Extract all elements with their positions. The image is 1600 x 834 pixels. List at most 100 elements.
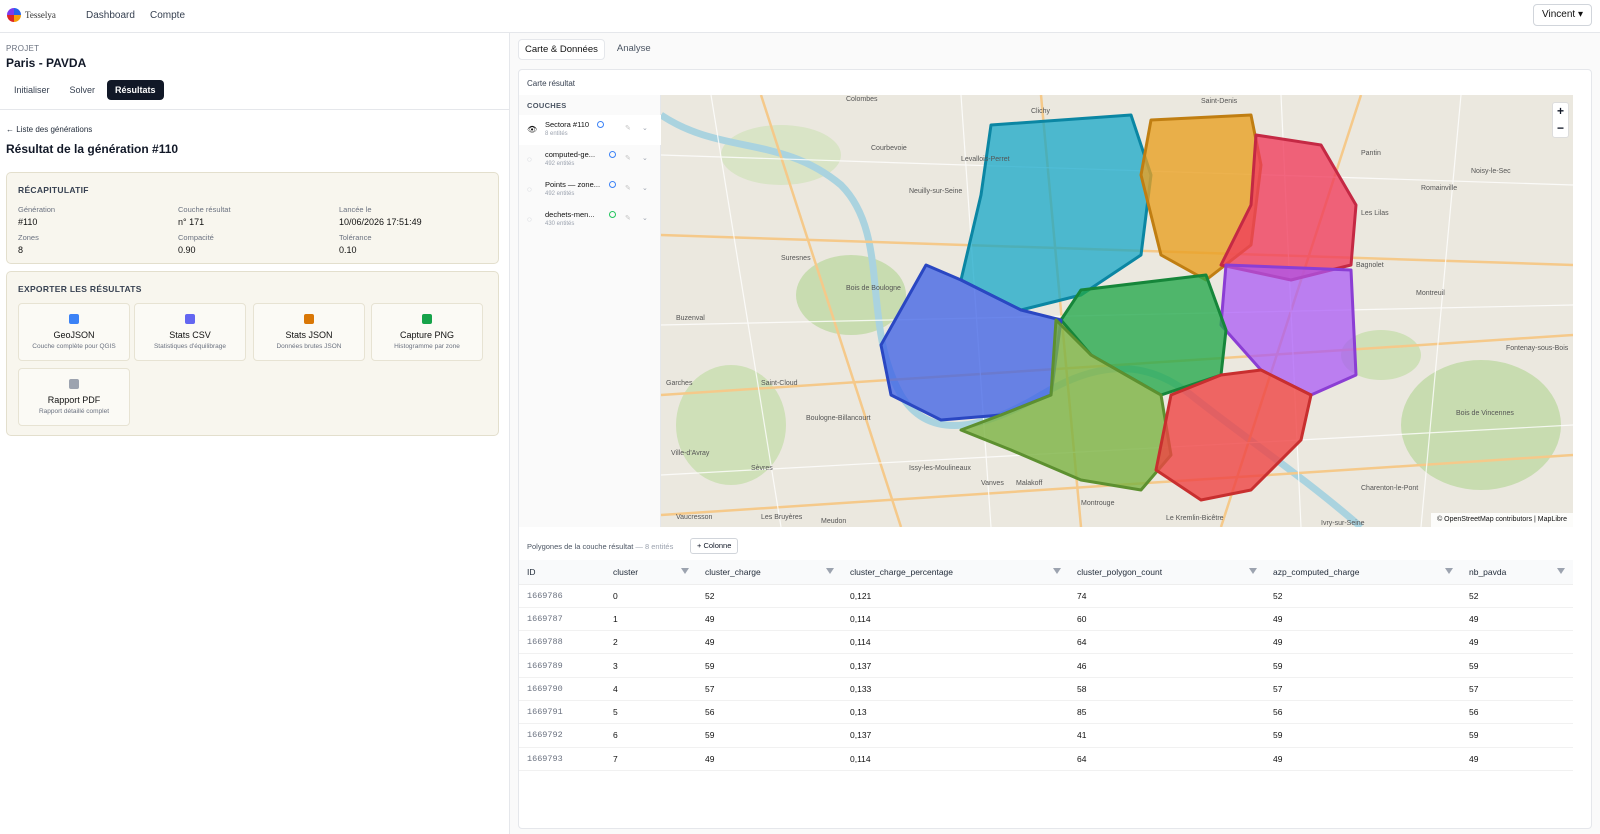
chevron-down-icon[interactable]: ⌄ bbox=[642, 184, 648, 192]
layer-color-icon bbox=[609, 211, 616, 218]
export-stats-json-button[interactable]: Stats JSON Données brutes JSON bbox=[253, 303, 365, 361]
divider bbox=[0, 109, 510, 110]
edit-icon[interactable]: ✎ bbox=[625, 214, 631, 222]
nav-dashboard[interactable]: Dashboard bbox=[86, 10, 135, 21]
place-label: Malakoff bbox=[1016, 480, 1042, 487]
filter-icon[interactable] bbox=[826, 568, 834, 574]
place-label: Montrouge bbox=[1081, 500, 1115, 507]
eye-off-icon[interactable]: ◌ bbox=[527, 215, 532, 224]
user-menu-button[interactable]: Vincent ▾ bbox=[1533, 4, 1592, 26]
table-cell: 7 bbox=[605, 747, 697, 771]
tab-solver[interactable]: Solver bbox=[62, 80, 104, 100]
table-cell: 0,137 bbox=[842, 723, 1069, 748]
table-row[interactable]: 1669790 4 57 0,133 58 57 57 bbox=[519, 677, 1573, 701]
table-cell: 59 bbox=[697, 723, 842, 748]
eye-icon[interactable]: 👁 bbox=[527, 125, 537, 134]
export-capture-png-button[interactable]: Capture PNG Histogramme par zone bbox=[371, 303, 483, 361]
filter-icon[interactable] bbox=[1445, 568, 1453, 574]
nav-compte[interactable]: Compte bbox=[150, 10, 185, 21]
eye-off-icon[interactable]: ◌ bbox=[527, 155, 532, 164]
place-label: Pantin bbox=[1361, 150, 1381, 157]
zoom-out-button[interactable]: − bbox=[1553, 120, 1568, 137]
app-logo[interactable]: Tesselya bbox=[7, 8, 56, 22]
column-header[interactable]: ID bbox=[519, 560, 605, 585]
table-cell: 58 bbox=[1069, 677, 1265, 701]
place-label: Clichy bbox=[1031, 108, 1051, 115]
add-column-button[interactable]: + Colonne bbox=[690, 538, 739, 554]
chevron-down-icon[interactable]: ⌄ bbox=[642, 124, 648, 132]
table-cell: 59 bbox=[1265, 653, 1461, 678]
table-cell: 46 bbox=[1069, 653, 1265, 678]
table-row[interactable]: 1669793 7 49 0,114 64 49 49 bbox=[519, 747, 1573, 771]
table-row[interactable]: 1669788 2 49 0,114 64 49 49 bbox=[519, 630, 1573, 655]
filter-icon[interactable] bbox=[1053, 568, 1061, 574]
recap-couche: Couche résultat n° 171 bbox=[178, 205, 231, 227]
table-cell: 4 bbox=[605, 677, 697, 701]
map-attribution[interactable]: © OpenStreetMap contributors | MapLibre bbox=[1431, 513, 1573, 527]
table-cell: 0 bbox=[605, 584, 697, 608]
right-panel: Carte & Données Analyse Carte résultat C… bbox=[510, 33, 1600, 834]
table-row[interactable]: 1669787 1 49 0,114 60 49 49 bbox=[519, 607, 1573, 632]
filter-icon[interactable] bbox=[1557, 568, 1565, 574]
export-stats-csv-button[interactable]: Stats CSV Statistiques d'équilibrage bbox=[134, 303, 246, 361]
filter-icon[interactable] bbox=[681, 568, 689, 574]
edit-icon[interactable]: ✎ bbox=[625, 154, 631, 162]
edit-icon[interactable]: ✎ bbox=[625, 184, 631, 192]
layer-item[interactable]: 👁 Sectora #110 8 entités ✎ ⌄ bbox=[519, 115, 661, 145]
place-label: Boulogne-Billancourt bbox=[806, 415, 871, 422]
column-header[interactable]: cluster_charge bbox=[697, 560, 842, 585]
back-to-generations-link[interactable]: ← Liste des générations bbox=[6, 125, 92, 134]
layer-color-icon bbox=[609, 151, 616, 158]
place-label: Bagnolet bbox=[1356, 262, 1384, 269]
layer-color-icon bbox=[609, 181, 616, 188]
place-label: Colombes bbox=[846, 96, 878, 103]
zoom-in-button[interactable]: + bbox=[1553, 103, 1568, 120]
column-header[interactable]: cluster_charge_percentage bbox=[842, 560, 1069, 585]
edit-icon[interactable]: ✎ bbox=[625, 124, 631, 132]
table-cell: 1669791 bbox=[519, 700, 605, 725]
zoom-controls: + − bbox=[1552, 102, 1569, 138]
chevron-down-icon[interactable]: ⌄ bbox=[642, 154, 648, 162]
tab-analyse[interactable]: Analyse bbox=[611, 39, 657, 60]
place-label: Saint-Cloud bbox=[761, 380, 798, 387]
tab-initialiser[interactable]: Initialiser bbox=[6, 80, 58, 100]
layer-item[interactable]: ◌ Points — zone... 492 entités ✎ ⌄ bbox=[519, 175, 661, 205]
table-cell: 1669789 bbox=[519, 653, 605, 678]
eye-off-icon[interactable]: ◌ bbox=[527, 185, 532, 194]
table-cell: 64 bbox=[1069, 630, 1265, 655]
filter-icon[interactable] bbox=[1249, 568, 1257, 574]
layer-item[interactable]: ◌ computed-ge... 492 entités ✎ ⌄ bbox=[519, 145, 661, 175]
place-label: Le Kremlin-Bicêtre bbox=[1166, 515, 1224, 522]
column-header[interactable]: azp_computed_charge bbox=[1265, 560, 1461, 585]
column-header[interactable]: cluster bbox=[605, 560, 697, 585]
table-row[interactable]: 1669792 6 59 0,137 41 59 59 bbox=[519, 723, 1573, 748]
export-card: EXPORTER LES RÉSULTATS GeoJSON Couche com… bbox=[6, 271, 499, 436]
place-label: Charenton-le-Pont bbox=[1361, 485, 1418, 492]
table-cell: 56 bbox=[1265, 700, 1461, 725]
layer-item[interactable]: ◌ dechets-men... 430 entités ✎ ⌄ bbox=[519, 205, 661, 235]
tab-carte-donnees[interactable]: Carte & Données bbox=[518, 39, 605, 60]
place-label: Buzenval bbox=[676, 315, 705, 322]
top-bar: Tesselya Dashboard Compte Vincent ▾ bbox=[0, 0, 1600, 33]
map-canvas[interactable]: Colombes Courbevoie Levallois-Perret Neu… bbox=[661, 95, 1573, 527]
layer-color-icon bbox=[597, 121, 604, 128]
table-cell: 1 bbox=[605, 607, 697, 632]
table-row[interactable]: 1669791 5 56 0,13 85 56 56 bbox=[519, 700, 1573, 725]
table-cell: 49 bbox=[697, 747, 842, 771]
table-cell: 57 bbox=[697, 677, 842, 701]
table-cell: 1669788 bbox=[519, 630, 605, 655]
tab-resultats[interactable]: Résultats bbox=[107, 80, 164, 100]
map-svg: Colombes Courbevoie Levallois-Perret Neu… bbox=[661, 95, 1573, 527]
place-label: Ville-d'Avray bbox=[671, 450, 710, 457]
table-cell: 85 bbox=[1069, 700, 1265, 725]
table-cell: 57 bbox=[1461, 677, 1573, 701]
column-header[interactable]: cluster_polygon_count bbox=[1069, 560, 1265, 585]
export-geojson-button[interactable]: GeoJSON Couche complète pour QGIS bbox=[18, 303, 130, 361]
export-rapport-pdf-button[interactable]: Rapport PDF Rapport détaillé complet bbox=[18, 368, 130, 426]
table-row[interactable]: 1669789 3 59 0,137 46 59 59 bbox=[519, 653, 1573, 678]
table-row[interactable]: 1669786 0 52 0,121 74 52 52 bbox=[519, 584, 1573, 608]
column-header[interactable]: nb_pavda bbox=[1461, 560, 1573, 585]
place-label: Sèvres bbox=[751, 465, 773, 472]
table-cell: 0,114 bbox=[842, 630, 1069, 655]
chevron-down-icon[interactable]: ⌄ bbox=[642, 214, 648, 222]
